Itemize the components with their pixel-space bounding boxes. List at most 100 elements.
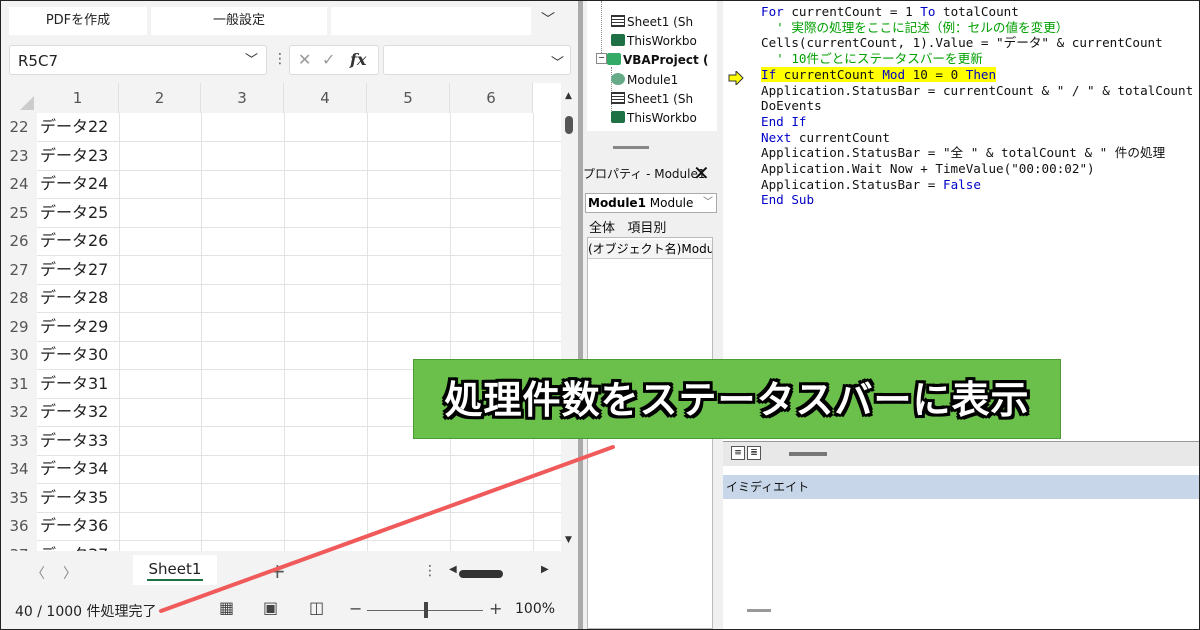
cancel-x-icon[interactable]: ✕ [298, 46, 311, 74]
code-line[interactable]: If currentCount Mod 10 = 0 Then [761, 66, 997, 82]
cell[interactable]: データ33 [37, 427, 119, 456]
column-header-5[interactable]: 5 [367, 83, 450, 113]
cell[interactable]: データ35 [37, 484, 119, 513]
object-select[interactable]: Module1 Module ﹀ [585, 193, 717, 213]
full-module-view-icon[interactable]: ≣ [747, 446, 761, 460]
tree-item[interactable]: Sheet1 (Sh [611, 92, 693, 106]
code-line[interactable]: Application.StatusBar = currentCount & "… [761, 83, 1199, 98]
cell[interactable]: データ28 [37, 284, 119, 313]
pane-grip[interactable] [613, 146, 649, 149]
tree-item[interactable]: VBAProject ( [607, 53, 708, 67]
name-box[interactable]: R5C7 ﹀ [9, 45, 267, 75]
tree-item[interactable]: Sheet1 (Sh [611, 15, 693, 29]
immediate-window[interactable] [723, 499, 1199, 629]
code-line[interactable]: DoEvents [761, 98, 822, 113]
insert-function-icon[interactable]: fx [350, 46, 366, 74]
cell[interactable]: データ36 [37, 512, 119, 541]
row-header[interactable]: 34 [1, 455, 37, 484]
enter-check-icon[interactable]: ✓ [322, 46, 335, 74]
sheet-tab-sheet1[interactable]: Sheet1 [133, 555, 217, 585]
property-value[interactable]: Module1 [681, 242, 712, 256]
code-line[interactable]: Application.StatusBar = "全 " & totalCoun… [761, 145, 1165, 160]
code-line[interactable]: Cells(currentCount, 1).Value = "データ" & c… [761, 35, 1163, 50]
vertical-scroll-thumb[interactable] [565, 116, 573, 134]
row-header[interactable]: 31 [1, 369, 37, 398]
page-layout-view-icon[interactable]: ▣ [263, 598, 278, 617]
tree-item[interactable]: ThisWorkbo [611, 111, 697, 125]
chevron-down-icon[interactable]: ﹀ [245, 46, 258, 76]
cell[interactable]: データ31 [37, 370, 119, 399]
chevron-down-icon[interactable]: ﹀ [703, 194, 713, 212]
scroll-right-arrow-icon[interactable]: ▶ [541, 564, 549, 575]
cell[interactable]: データ25 [37, 199, 119, 228]
code-line[interactable]: Application.Wait Now + TimeValue("00:00:… [761, 161, 1095, 176]
row-header[interactable]: 33 [1, 426, 37, 455]
column-header-4[interactable]: 4 [284, 83, 367, 113]
vertical-scrollbar[interactable]: ▲ ▼ [561, 83, 578, 551]
code-line[interactable]: End Sub [761, 192, 814, 207]
cell[interactable]: データ30 [37, 341, 119, 370]
procedure-view-icon[interactable]: ≡ [731, 446, 745, 460]
code-line[interactable]: End If [761, 114, 807, 129]
row-header[interactable]: 30 [1, 341, 37, 370]
tree-item[interactable]: ThisWorkbo [611, 34, 697, 48]
horizontal-scroll-thumb[interactable] [459, 570, 503, 578]
create-pdf-button[interactable]: PDFを作成 [9, 7, 147, 35]
scroll-left-arrow-icon[interactable]: ◀ [449, 564, 457, 575]
row-header[interactable]: 27 [1, 255, 37, 284]
zoom-slider-knob[interactable] [424, 602, 428, 618]
next-sheet-icon[interactable]: 〉 [63, 563, 77, 583]
tab-categorized[interactable]: 項目別 [627, 221, 666, 236]
tree-item[interactable]: Module1 [611, 73, 678, 87]
code-line[interactable]: ' 実際の処理をここに記述（例：セルの値を変更） [761, 20, 1068, 35]
add-sheet-button[interactable]: + [269, 559, 286, 583]
prev-sheet-icon[interactable]: 〈 [31, 563, 45, 583]
vertical-dots-icon[interactable]: ⋮ [423, 563, 437, 579]
normal-view-icon[interactable]: ▦ [219, 598, 234, 617]
collapse-toggle-icon[interactable]: − [596, 53, 607, 64]
formula-input[interactable]: ﹀ [383, 45, 571, 75]
property-row-name[interactable]: (オブジェクト名)Module1 [588, 240, 712, 259]
close-icon[interactable]: ✕ [693, 161, 710, 185]
ribbon-collapse-chevron-icon[interactable]: ﹀ [541, 9, 555, 29]
expand-formula-chevron-icon[interactable]: ﹀ [551, 52, 564, 71]
general-settings-button[interactable]: 一般設定 [151, 7, 327, 35]
scroll-down-arrow-icon[interactable]: ▼ [565, 535, 572, 545]
cell[interactable]: データ26 [37, 227, 119, 256]
page-break-view-icon[interactable]: ◫ [309, 598, 324, 617]
cell[interactable]: データ34 [37, 455, 119, 484]
cell[interactable]: データ29 [37, 313, 119, 342]
zoom-in-button[interactable]: + [489, 599, 502, 618]
cell[interactable]: データ32 [37, 398, 119, 427]
cell[interactable]: データ24 [37, 170, 119, 199]
worksheet-grid[interactable]: 1 2 3 4 5 6 22 データ22 23 データ23 24 データ24 25 データ25 26 データ2… [1, 83, 561, 570]
code-horizontal-scroll-thumb[interactable] [789, 452, 827, 456]
row-header[interactable]: 29 [1, 312, 37, 341]
cell[interactable]: データ23 [37, 142, 119, 171]
scroll-up-arrow-icon[interactable]: ▲ [565, 91, 572, 101]
zoom-out-button[interactable]: − [349, 599, 362, 618]
row-header[interactable]: 35 [1, 483, 37, 512]
row-header[interactable]: 24 [1, 170, 37, 199]
row-header[interactable]: 36 [1, 512, 37, 541]
cell[interactable]: データ22 [37, 113, 119, 142]
select-all-corner[interactable] [1, 83, 37, 113]
code-line[interactable]: Next currentCount [761, 130, 890, 145]
zoom-level[interactable]: 100% [515, 601, 555, 617]
code-line[interactable]: Application.StatusBar = False [761, 177, 981, 192]
column-header-1[interactable]: 1 [37, 83, 119, 113]
column-header-3[interactable]: 3 [201, 83, 284, 113]
row-header[interactable]: 26 [1, 227, 37, 256]
cell[interactable]: データ27 [37, 256, 119, 285]
column-header-2[interactable]: 2 [119, 83, 201, 113]
code-line[interactable]: ' 10件ごとにステータスバーを更新 [761, 51, 983, 66]
row-header[interactable]: 25 [1, 198, 37, 227]
immediate-scroll-thumb[interactable] [747, 609, 771, 612]
vertical-dots-icon[interactable]: ⋮ [273, 51, 287, 67]
column-header-6[interactable]: 6 [450, 83, 533, 113]
row-header[interactable]: 28 [1, 284, 37, 313]
code-line[interactable]: For currentCount = 1 To totalCount [761, 4, 1019, 19]
row-header[interactable]: 32 [1, 398, 37, 427]
row-header[interactable]: 23 [1, 141, 37, 170]
row-header[interactable]: 22 [1, 113, 37, 142]
